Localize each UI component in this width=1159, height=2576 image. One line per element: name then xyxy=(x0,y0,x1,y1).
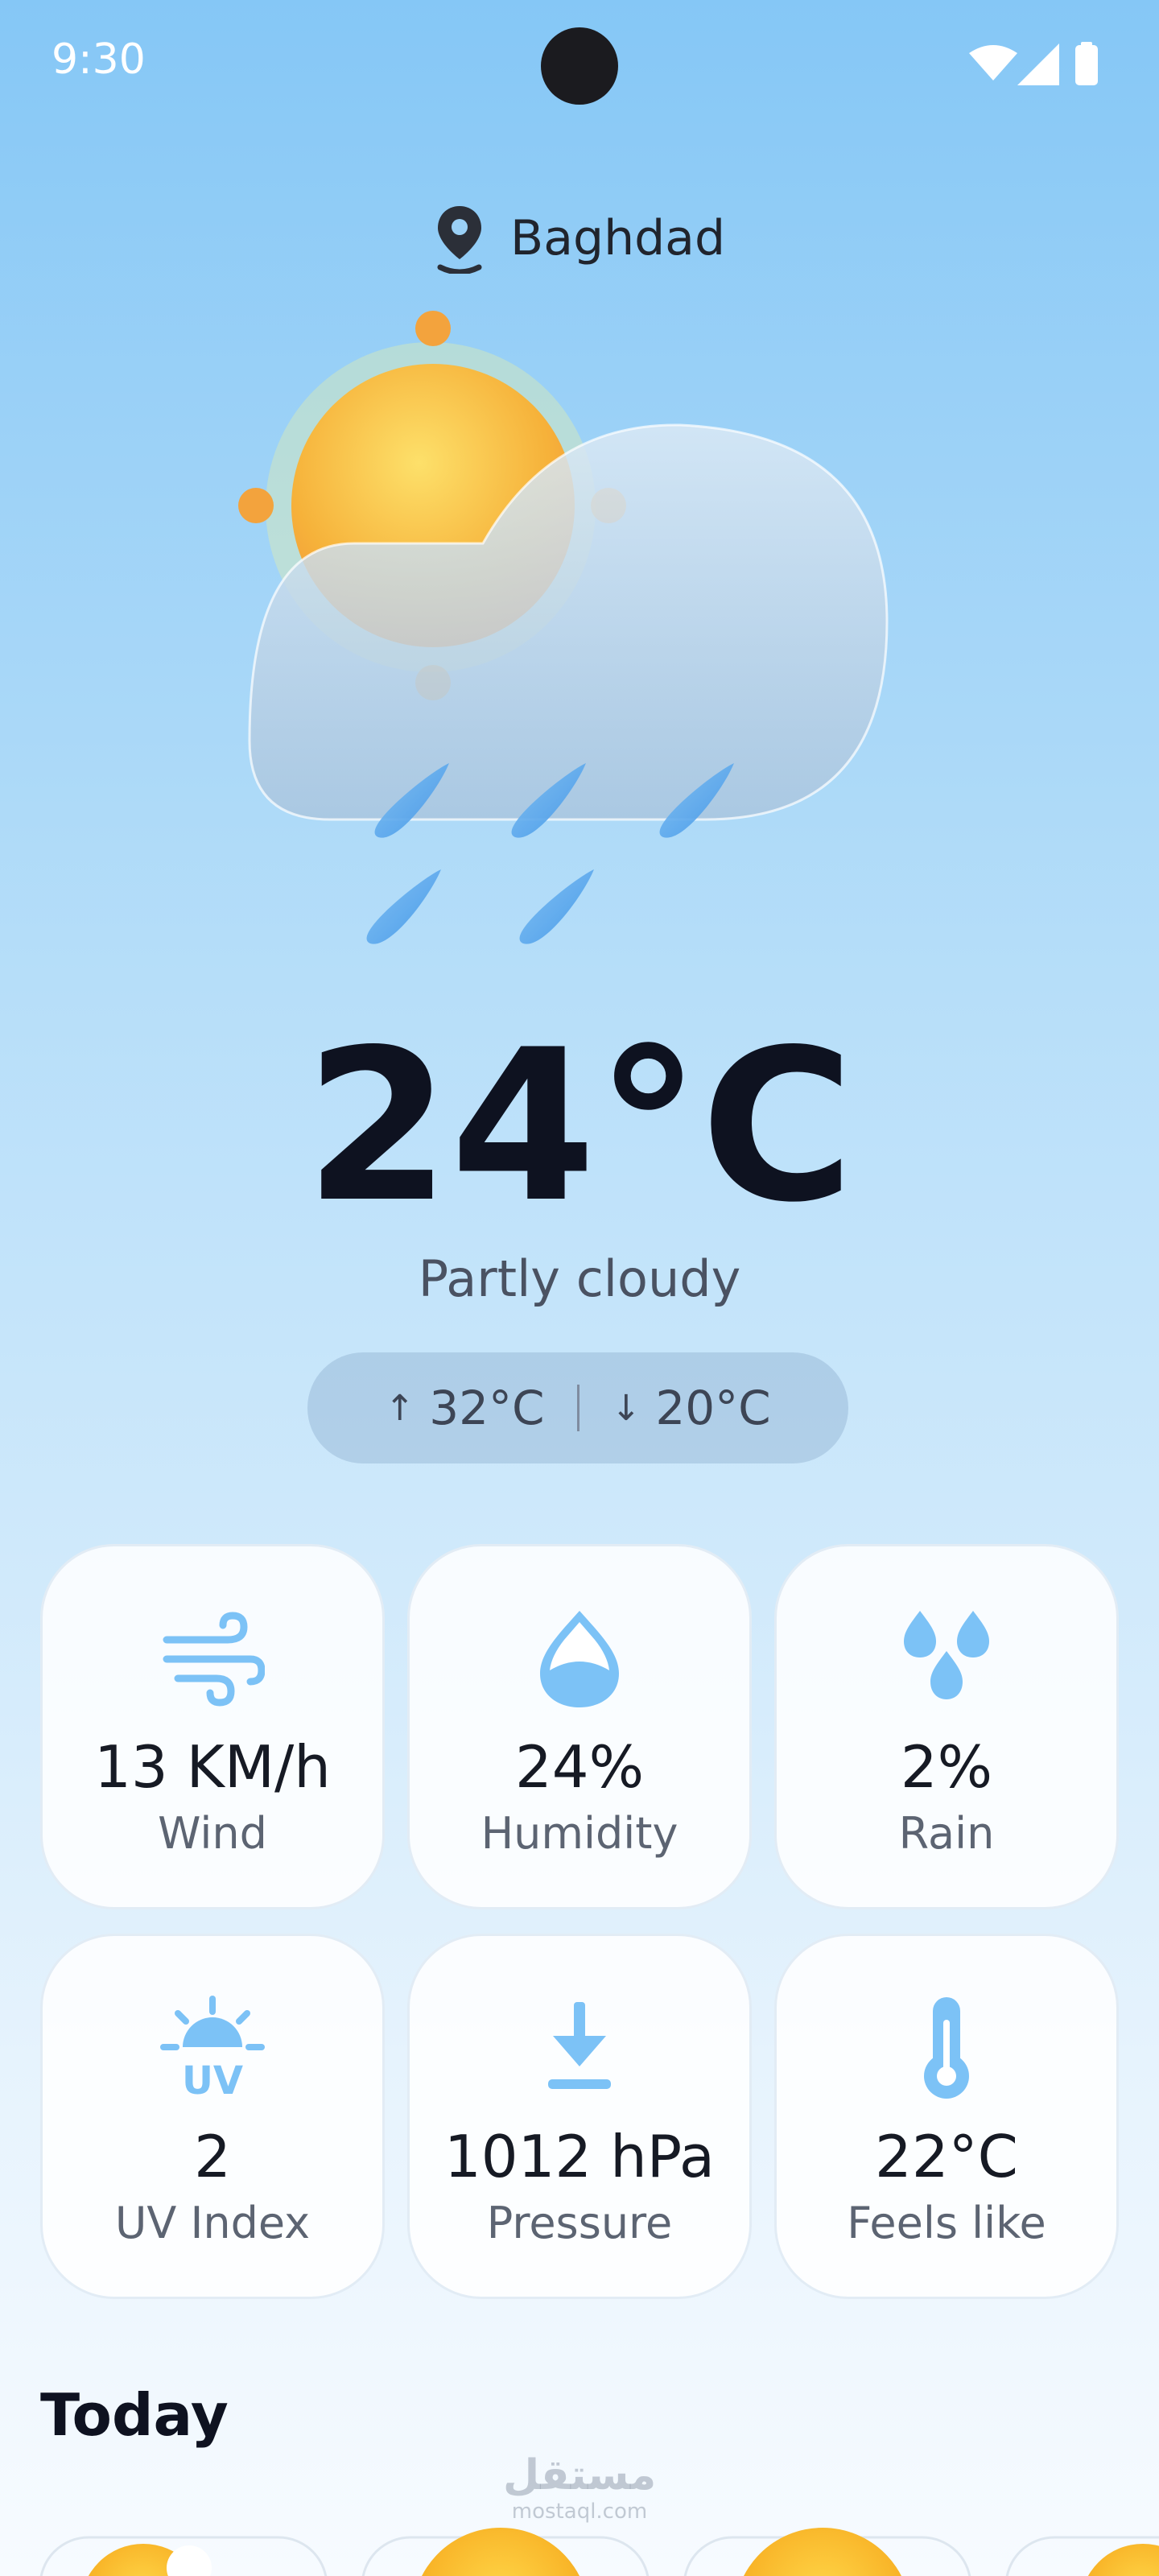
rain-card[interactable]: 2% Rain xyxy=(774,1544,1119,1909)
cloud-icon xyxy=(167,2545,212,2576)
city-name: Baghdad xyxy=(510,210,726,266)
current-temperature: 24°C xyxy=(304,1005,855,1249)
rain-value: 2% xyxy=(900,1733,993,1801)
humidity-value: 24% xyxy=(514,1733,645,1801)
system-icons xyxy=(969,42,1098,85)
signal-icon xyxy=(1017,43,1059,85)
humidity-drop-icon xyxy=(540,1611,619,1707)
status-bar: 9:30 xyxy=(0,0,1159,129)
uv-index-value: 2 xyxy=(194,2123,231,2190)
arrow-up-icon: ↑ xyxy=(385,1387,415,1429)
sun-icon xyxy=(88,2528,1159,2576)
weather-condition: Partly cloudy xyxy=(418,1249,741,1308)
feels-like-value: 22°C xyxy=(875,2123,1018,2190)
today-heading: Today xyxy=(40,2381,229,2449)
divider xyxy=(576,1385,580,1431)
rain-drops-icon xyxy=(904,1611,989,1699)
uv-index-card[interactable]: UV 2 UV Index xyxy=(40,1934,385,2299)
pressure-arrow-icon xyxy=(548,2002,611,2089)
thermometer-icon xyxy=(924,1997,969,2099)
wind-label: Wind xyxy=(158,1808,267,1859)
weather-stats-grid: 13 KM/h Wind 24% Humidity 2% Rain UV 2 U… xyxy=(40,1544,1119,2299)
location-pin-icon xyxy=(437,206,482,274)
arrow-down-icon: ↓ xyxy=(611,1387,641,1429)
wind-card[interactable]: 13 KM/h Wind xyxy=(40,1544,385,1909)
battery-icon xyxy=(1075,42,1098,85)
status-time: 9:30 xyxy=(52,35,146,84)
wifi-icon xyxy=(969,45,1017,80)
pressure-label: Pressure xyxy=(486,2198,673,2248)
front-camera xyxy=(541,27,618,105)
rain-label: Rain xyxy=(898,1808,995,1859)
sun-cloud-rain-icon xyxy=(238,311,889,944)
feels-like-label: Feels like xyxy=(847,2198,1046,2248)
pressure-value: 1012 hPa xyxy=(443,2123,716,2190)
svg-text:UV: UV xyxy=(182,2058,243,2100)
feels-like-card[interactable]: 22°C Feels like xyxy=(774,1934,1119,2299)
wind-value: 13 KM/h xyxy=(94,1733,331,1801)
location-header[interactable]: Baghdad xyxy=(0,203,1159,274)
humidity-label: Humidity xyxy=(481,1808,678,1859)
uv-sun-icon: UV xyxy=(160,1996,265,2100)
humidity-card[interactable]: 24% Humidity xyxy=(407,1544,752,1909)
wind-icon xyxy=(163,1612,265,1707)
high-low-pill: ↑ 32°C ↓ 20°C xyxy=(307,1352,848,1463)
pressure-card[interactable]: 1012 hPa Pressure xyxy=(407,1934,752,2299)
hourly-forecast-strip[interactable] xyxy=(0,2487,1159,2576)
uv-index-label: UV Index xyxy=(114,2198,311,2248)
high-temperature: 32°C xyxy=(429,1381,545,1435)
low-temperature: 20°C xyxy=(655,1381,771,1435)
